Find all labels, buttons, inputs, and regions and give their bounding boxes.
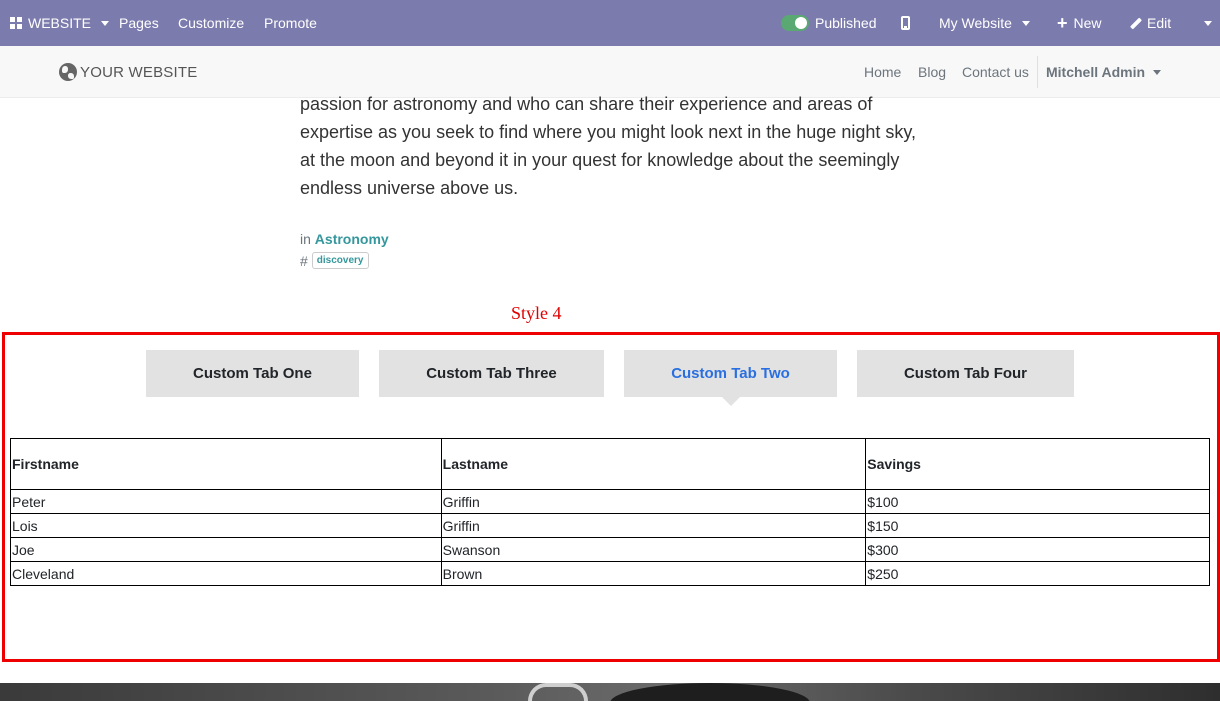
website-switcher-label: My Website — [939, 15, 1012, 31]
customize-menu[interactable]: Customize — [178, 0, 244, 46]
post-tags: # discovery — [300, 252, 369, 269]
more-options-button[interactable] — [1200, 0, 1212, 46]
tab-custom-two[interactable]: Custom Tab Two — [624, 350, 837, 406]
toggle-switch-icon — [781, 15, 809, 31]
tab-custom-four[interactable]: Custom Tab Four — [857, 350, 1074, 397]
plus-icon: + — [1057, 13, 1068, 33]
post-line: endless universe above us. — [300, 178, 519, 198]
apps-menu-button[interactable]: WEBSITE — [10, 0, 110, 46]
globe-icon — [59, 63, 77, 81]
website-switcher[interactable]: My Website — [939, 0, 1030, 46]
published-label: Published — [815, 15, 877, 31]
hash-icon: # — [300, 252, 308, 269]
tag-badge[interactable]: discovery — [311, 252, 369, 269]
post-paragraph: passion for astronomy and who can share … — [300, 90, 920, 202]
caret-down-icon — [1204, 20, 1212, 26]
edit-button[interactable]: Edit — [1129, 0, 1172, 46]
pages-menu[interactable]: Pages — [119, 0, 159, 46]
table-cell: $150 — [865, 513, 1210, 538]
style-label: Style 4 — [511, 303, 562, 323]
mobile-icon — [901, 16, 910, 30]
logo-text: YOUR WEBSITE — [80, 63, 198, 81]
new-content-button[interactable]: + New — [1057, 0, 1102, 46]
user-menu[interactable]: Mitchell Admin — [1046, 64, 1162, 80]
table-row: Joe Swanson $300 — [10, 537, 1210, 562]
site-logo[interactable]: YOUR WEBSITE — [59, 62, 197, 82]
table-cell: Peter — [10, 489, 442, 514]
table-cell: Griffin — [440, 489, 867, 514]
nav-contact-us[interactable]: Contact us — [962, 64, 1029, 80]
table-row: Lois Griffin $150 — [10, 513, 1210, 538]
table-header-row: Firstname Lastname Savings — [10, 438, 1210, 490]
table-cell: Lois — [10, 513, 442, 538]
column-header: Lastname — [440, 438, 867, 490]
category-link[interactable]: Astronomy — [315, 231, 389, 247]
tab-custom-one[interactable]: Custom Tab One — [146, 350, 359, 397]
apps-grid-icon — [10, 17, 22, 29]
admin-navbar: WEBSITE Pages Customize Promote Publishe… — [0, 0, 1220, 46]
caret-down-icon — [101, 20, 110, 26]
table-cell: $300 — [865, 537, 1210, 562]
table-row: Cleveland Brown $250 — [10, 561, 1210, 586]
nav-home[interactable]: Home — [864, 64, 901, 80]
edit-label: Edit — [1147, 15, 1172, 31]
post-line: expertise as you seek to find where you … — [300, 122, 917, 142]
hero-decor-shape — [528, 683, 588, 701]
post-category: in Astronomy — [300, 231, 389, 247]
new-label: New — [1073, 15, 1102, 31]
caret-down-icon — [1021, 20, 1030, 26]
category-prefix: in — [300, 231, 311, 247]
caret-down-icon — [1153, 69, 1162, 75]
table-cell: $100 — [865, 489, 1210, 514]
post-line: passion for astronomy and who can share … — [300, 94, 873, 114]
nav-blog[interactable]: Blog — [918, 64, 946, 80]
table-cell: Brown — [440, 561, 867, 586]
column-header: Firstname — [10, 438, 442, 490]
user-name: Mitchell Admin — [1046, 64, 1146, 80]
table-cell: Swanson — [440, 537, 867, 562]
table-row: Peter Griffin $100 — [10, 489, 1210, 514]
table-cell: Griffin — [440, 513, 867, 538]
table-cell: Cleveland — [10, 561, 442, 586]
savings-table: Firstname Lastname Savings Peter Griffin… — [10, 438, 1210, 586]
mobile-preview-button[interactable] — [901, 0, 910, 46]
promote-menu[interactable]: Promote — [264, 0, 317, 46]
post-line: at the moon and beyond it in your quest … — [300, 150, 900, 170]
hero-image-strip — [0, 683, 1220, 701]
apps-menu-label: WEBSITE — [28, 15, 92, 31]
nav-divider — [1037, 56, 1038, 88]
tab-custom-three[interactable]: Custom Tab Three — [379, 350, 604, 397]
pencil-icon — [1129, 16, 1143, 30]
table-cell: $250 — [865, 561, 1210, 586]
publish-toggle[interactable]: Published — [781, 0, 877, 46]
column-header: Savings — [865, 438, 1210, 490]
table-cell: Joe — [10, 537, 442, 562]
hero-decor-shape — [610, 683, 810, 701]
